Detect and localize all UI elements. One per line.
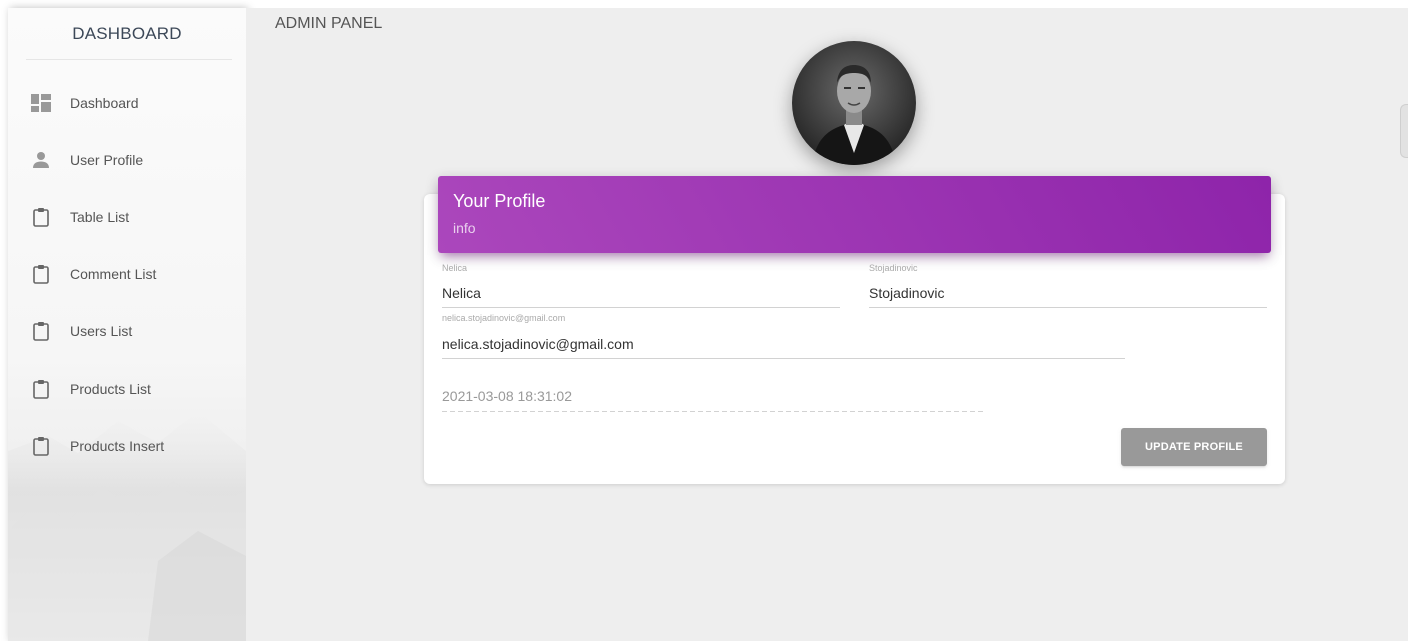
person-icon [30, 149, 52, 171]
last-name-input[interactable]: Stojadinovic [869, 285, 945, 301]
first-name-field[interactable]: Nelica Nelica [442, 263, 840, 309]
sidebar: DASHBOARD Dashboard User Profile Table L… [8, 8, 246, 641]
main-panel: ADMIN PANEL Your Profile info Nelica Nel… [246, 8, 1408, 641]
last-name-field[interactable]: Stojadinovic Stojadinovic [869, 263, 1267, 309]
clipboard-icon [30, 263, 52, 285]
brand-divider [26, 59, 232, 60]
card-title: Your Profile [453, 191, 546, 211]
page-title[interactable]: ADMIN PANEL [275, 15, 382, 33]
sidebar-item-label: Products List [70, 380, 151, 397]
profile-card-header: Your Profile info [438, 176, 1271, 253]
email-underline [442, 358, 1125, 359]
sidebar-nav: Dashboard User Profile Table List Commen… [8, 74, 246, 474]
clipboard-icon [30, 320, 52, 342]
email-label: nelica.stojadinovic@gmail.com [442, 313, 566, 323]
last-name-underline [869, 307, 1267, 308]
app-root: DASHBOARD Dashboard User Profile Table L… [0, 0, 1408, 641]
update-profile-button[interactable]: UPDATE PROFILE [1121, 428, 1267, 466]
avatar [792, 41, 916, 165]
first-name-input[interactable]: Nelica [442, 285, 481, 301]
sidebar-item-label: Comment List [70, 266, 157, 283]
profile-photo-icon [792, 41, 916, 165]
sidebar-item-users-list[interactable]: Users List [8, 303, 246, 360]
sidebar-item-user-profile[interactable]: User Profile [8, 131, 246, 188]
card-subtitle: info [453, 220, 476, 236]
sidebar-item-label: Table List [70, 208, 130, 225]
clipboard-icon [30, 435, 52, 457]
date-field: 2021-03-08 18:31:02 [442, 388, 572, 404]
settings-tab-handle[interactable] [1400, 104, 1408, 158]
last-name-label: Stojadinovic [869, 263, 918, 273]
clipboard-icon [30, 206, 52, 228]
date-underline [442, 411, 983, 412]
sidebar-item-products-list[interactable]: Products List [8, 360, 246, 417]
sidebar-item-dashboard[interactable]: Dashboard [8, 74, 246, 131]
first-name-underline [442, 307, 840, 308]
sidebar-item-products-insert[interactable]: Products Insert [8, 417, 246, 474]
dashboard-icon [30, 92, 52, 114]
sidebar-item-table-list[interactable]: Table List [8, 188, 246, 245]
email-field[interactable]: nelica.stojadinovic@gmail.com nelica.sto… [442, 313, 1125, 361]
sidebar-item-label: Products Insert [70, 437, 165, 454]
sidebar-item-label: Dashboard [70, 94, 139, 111]
sidebar-item-comment-list[interactable]: Comment List [8, 246, 246, 303]
email-input[interactable]: nelica.stojadinovic@gmail.com [442, 336, 634, 352]
sidebar-brand[interactable]: DASHBOARD [8, 8, 246, 60]
sidebar-item-label: User Profile [70, 151, 144, 168]
sidebar-item-label: Users List [70, 323, 133, 340]
first-name-label: Nelica [442, 263, 468, 273]
clipboard-icon [30, 378, 52, 400]
